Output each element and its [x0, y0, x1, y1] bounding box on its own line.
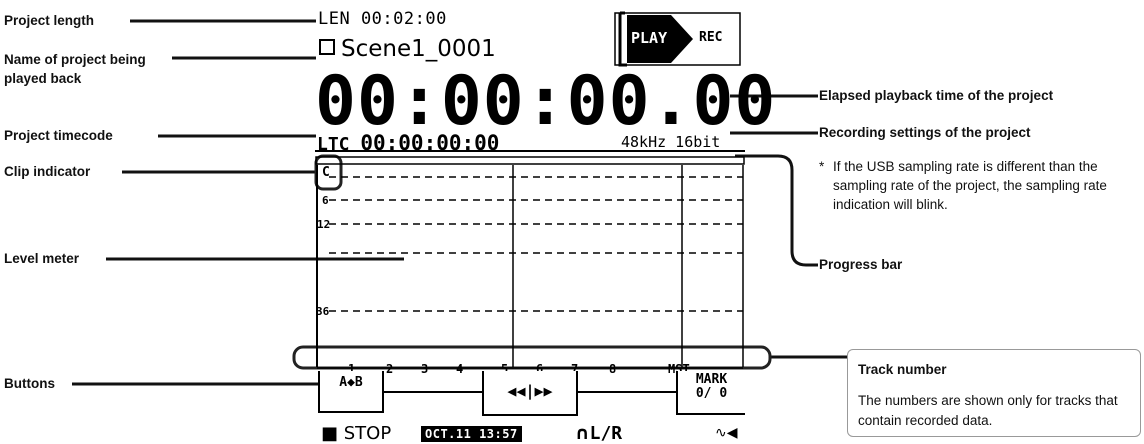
- elapsed-time: 00:00:00.00: [315, 62, 777, 141]
- recording-settings: 48kHz 16bit: [621, 133, 721, 151]
- callout-progress-bar: Progress bar: [819, 257, 903, 272]
- track-number: 8: [609, 362, 617, 376]
- usb-sampling-note-text: If the USB sampling rate is different th…: [833, 159, 1107, 212]
- clip-indicator: C: [322, 165, 330, 180]
- project-timecode: LTC 00:00:00:00: [317, 131, 499, 155]
- track-number-title: Track number: [858, 362, 947, 377]
- track-number: 2: [386, 362, 394, 376]
- mark-label: MARK: [695, 372, 728, 387]
- progress-bar: [315, 156, 745, 165]
- track-number: 4: [456, 362, 464, 376]
- callout-buttons: Buttons: [4, 376, 55, 391]
- date-time: OCT.11 13:57: [421, 426, 522, 442]
- meter-scale-label: 36: [316, 305, 330, 318]
- project-length: LEN 00:02:00: [318, 9, 447, 29]
- rewind-forward-button[interactable]: ◀◀|▶▶: [482, 371, 578, 416]
- lcd-screen: LEN 00:02:00 Scene1_0001 PLAY REC 00:00:…: [315, 5, 775, 444]
- callout-project-name: Name of project being played back: [4, 52, 146, 86]
- note-asterisk: *: [819, 159, 825, 174]
- meter-scale-label: 12: [317, 218, 331, 231]
- callout-project-length: Project length: [4, 13, 95, 28]
- mark-button[interactable]: MARK 0/ 0: [676, 371, 745, 415]
- track-number-description: The numbers are shown only for tracks th…: [858, 393, 1118, 428]
- callout-level-meter: Level meter: [4, 251, 80, 266]
- callout-elapsed-time: Elapsed playback time of the project: [819, 88, 1054, 103]
- track-number: 3: [421, 362, 429, 376]
- callout-clip-indicator: Clip indicator: [4, 164, 91, 179]
- meter-scale-label: 6: [322, 194, 329, 207]
- callout-project-timecode: Project timecode: [4, 128, 113, 143]
- power-plug-icon: ∿◀: [715, 425, 738, 441]
- track-number-info-box: Track number The numbers are shown only …: [847, 349, 1141, 437]
- ab-repeat-button[interactable]: A◆B: [318, 371, 384, 413]
- play-label: PLAY: [631, 29, 668, 47]
- callout-recording-settings: Recording settings of the project: [819, 125, 1031, 140]
- project-icon: [319, 39, 335, 55]
- ltc-value: 00:00:00:00: [360, 131, 500, 155]
- ltc-label: LTC: [317, 134, 350, 155]
- project-name: Scene1_0001: [319, 36, 496, 62]
- usb-sampling-note: * If the USB sampling rate is different …: [819, 157, 1143, 214]
- rec-label: REC: [699, 30, 723, 45]
- project-name-text: Scene1_0001: [341, 36, 496, 62]
- mark-count: 0/ 0: [695, 386, 728, 401]
- leader-progress-bar: [735, 154, 818, 267]
